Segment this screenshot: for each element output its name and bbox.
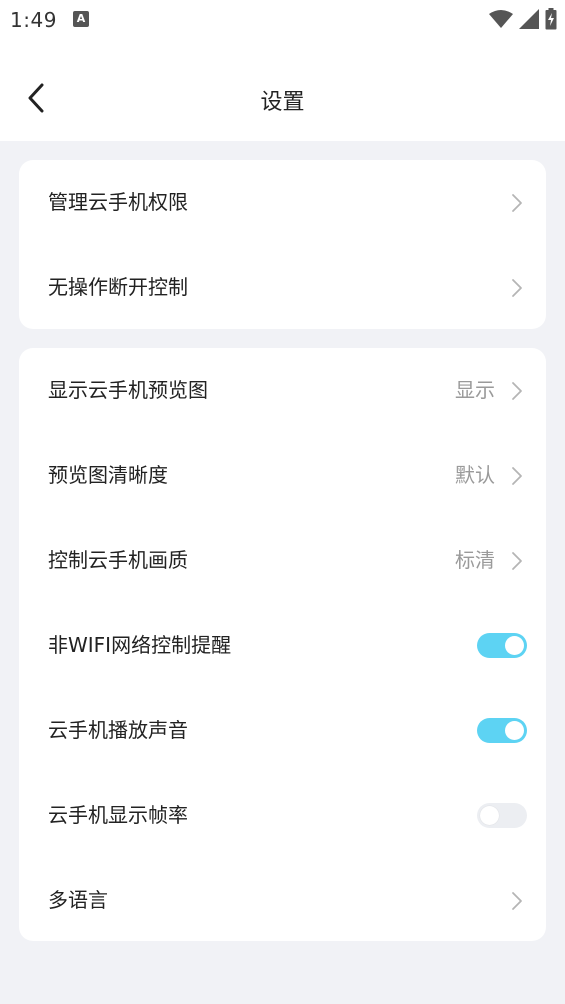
page-title: 设置 (260, 90, 305, 115)
a-icon: A (73, 11, 89, 27)
toggle-knob (505, 636, 524, 655)
chevron-right-icon (512, 892, 522, 910)
settings-group-permissions: 管理云手机权限 无操作断开控制 (19, 160, 546, 329)
row-label: 云手机显示帧率 (48, 803, 188, 827)
row-label: 多语言 (48, 888, 108, 912)
toggle-knob (480, 806, 499, 825)
row-label: 控制云手机画质 (48, 548, 188, 572)
toggle-play-sound[interactable] (477, 718, 527, 743)
signal-icon (519, 9, 539, 29)
row-label: 管理云手机权限 (48, 190, 188, 214)
status-time: 1:49 (10, 8, 57, 32)
row-value: 显示 (455, 378, 495, 402)
toggle-non-wifi-reminder[interactable] (477, 633, 527, 658)
row-label: 显示云手机预览图 (48, 378, 208, 402)
row-show-fps: 云手机显示帧率 (19, 773, 546, 858)
toggle-show-fps[interactable] (477, 803, 527, 828)
wifi-icon (489, 10, 513, 28)
row-value: 默认 (455, 463, 495, 487)
row-control-quality[interactable]: 控制云手机画质 标清 (19, 518, 546, 603)
chevron-right-icon (512, 194, 522, 212)
row-idle-disconnect[interactable]: 无操作断开控制 (19, 245, 546, 330)
row-value: 标清 (455, 548, 495, 572)
row-non-wifi-reminder: 非WIFI网络控制提醒 (19, 603, 546, 688)
status-bar: 1:49 A (0, 0, 565, 40)
row-show-preview[interactable]: 显示云手机预览图 显示 (19, 348, 546, 433)
chevron-right-icon (512, 552, 522, 570)
row-preview-quality[interactable]: 预览图清晰度 默认 (19, 433, 546, 518)
toggle-knob (505, 721, 524, 740)
chevron-right-icon (512, 467, 522, 485)
header: 设置 (0, 40, 565, 141)
battery-charging-icon (545, 8, 557, 30)
row-play-sound: 云手机播放声音 (19, 688, 546, 773)
row-label: 预览图清晰度 (48, 463, 168, 487)
row-label: 无操作断开控制 (48, 275, 188, 299)
row-language[interactable]: 多语言 (19, 858, 546, 943)
row-label: 非WIFI网络控制提醒 (48, 633, 232, 657)
settings-group-display: 显示云手机预览图 显示 预览图清晰度 默认 控制云手机画质 标清 非WIFI网络… (19, 348, 546, 941)
row-manage-permissions[interactable]: 管理云手机权限 (19, 160, 546, 245)
chevron-right-icon (512, 279, 522, 297)
row-label: 云手机播放声音 (48, 718, 188, 742)
status-icons (489, 8, 557, 30)
chevron-right-icon (512, 382, 522, 400)
